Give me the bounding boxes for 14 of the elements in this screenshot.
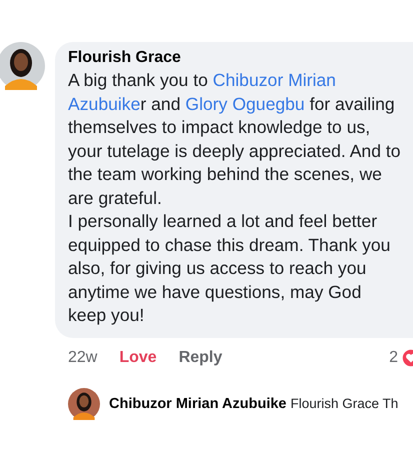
mention-link[interactable]: Azubuike — [68, 94, 140, 114]
mention-link[interactable]: Chibuzor Mirian — [212, 70, 336, 90]
reply-author[interactable]: Chibuzor Mirian Azubuike — [109, 396, 286, 412]
comment-time: 22w — [68, 348, 98, 366]
mention-link[interactable]: Glory Oguegbu — [185, 94, 305, 114]
love-link[interactable]: Love — [119, 348, 157, 366]
author-name[interactable]: Flourish Grace — [68, 49, 413, 67]
reply-text: Flourish Grace Th — [290, 396, 398, 411]
avatar[interactable] — [0, 42, 45, 90]
reply-link[interactable]: Reply — [178, 348, 222, 366]
comment-text: A big thank you to Chibuzor Mirian Azubuiker and Glory Oguegbu for availing themselves to impact knowledge to us, your tutelage is deeply appreciated. And to the team working behind the scenes, we are grateful. — [68, 69, 402, 210]
comment-text: I personally learned a lot and feel better equipped to chase this dream. Thank you also, for giving us access to reach you anytime we have questions, may God keep you! — [68, 210, 392, 327]
reaction-count: 2 — [389, 348, 398, 366]
avatar[interactable] — [68, 388, 100, 420]
